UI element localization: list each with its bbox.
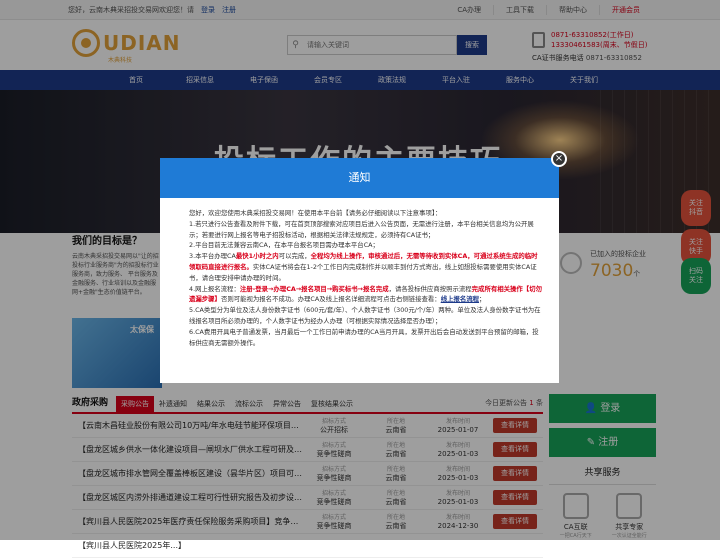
modal-title: 通知 xyxy=(160,158,559,198)
online-registration-link[interactable]: 线上报名流程 xyxy=(441,295,479,303)
modal-p6: 6.CA费用开具电子普通发票，当月最后一个工作日前申请办理的CA当月开具，发票开… xyxy=(189,327,539,347)
modal-p3: 3.本平台办理CA最快1小时之内可以完成，全程均为线上操作，审核通过后，无需等待… xyxy=(189,252,538,282)
modal-intro: 您好，欢迎您使用木典采招投交易网！在使用本平台前【请务必仔细阅读以下注意事项】： xyxy=(189,209,442,217)
modal-p4: 4.网上报名流程：注册-登录→办理CA→报名项目→购买标书→报名完成，请各投标供… xyxy=(189,284,542,304)
modal-p2: 2.平台目前无法兼容云南CA，在本平台报名项目需办理本平台CA； xyxy=(189,241,379,250)
modal-p5: 5.CA类型分为单位及法人身份数字证书（600元/套/年）、个人数字证书（300… xyxy=(189,306,541,325)
close-icon[interactable]: × xyxy=(551,151,567,167)
modal-body: 您好，欢迎您使用木典采招投交易网！在使用本平台前【请务必仔细阅读以下注意事项】：… xyxy=(160,198,559,348)
notice-modal: 通知 您好，欢迎您使用木典采招投交易网！在使用本平台前【请务必仔细阅读以下注意事… xyxy=(160,158,559,383)
modal-p1: 1.若只进行公告查看及附件下载，可在首页顶部搜索对应项目后进入公告页面，无需进行… xyxy=(189,219,534,239)
row-title[interactable]: 【宾川县人民医院2025年...】 xyxy=(72,540,543,551)
